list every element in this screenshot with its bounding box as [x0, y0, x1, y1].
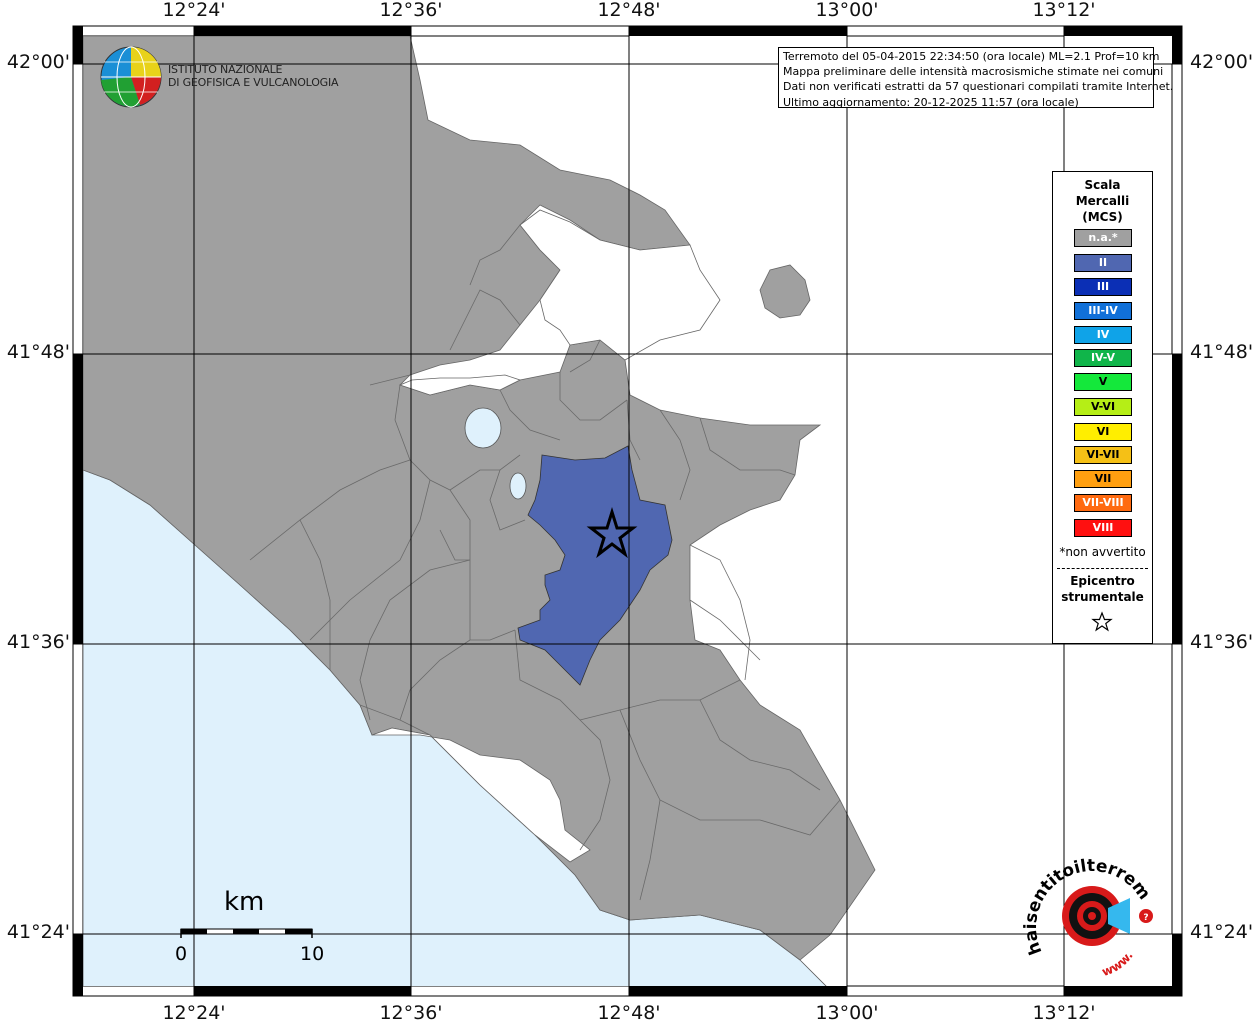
haisentito-logo-text: haisentitoilterremoto.it www.: [1020, 850, 1154, 980]
logo-ring-text: haisentitoilterremoto.it: [1020, 850, 1154, 957]
lon-tick-bottom-3: 12°48': [597, 1002, 661, 1024]
legend-item-II: II: [1074, 254, 1132, 272]
legend-item-V: V: [1074, 373, 1132, 391]
svg-text:haisentitoilterremoto.it: haisentitoilterremoto.it: [1020, 850, 1154, 957]
ingv-logo-icon: [100, 46, 162, 108]
lon-tick-bottom-4: 13°00': [815, 1002, 879, 1024]
lat-tick-right-2: 41°48': [1190, 341, 1254, 363]
scale-unit-label: km: [224, 887, 265, 917]
info-line-4: Ultimo aggiornamento: 20-12-2025 11:57 (…: [783, 95, 1079, 109]
legend-item-VII-VIII: VII-VIII: [1074, 494, 1132, 512]
scale-min-label: 0: [175, 943, 188, 965]
legend-epicenter-label: Epicentro strumentale: [1053, 573, 1152, 605]
legend-item-III-IV: III-IV: [1074, 302, 1132, 320]
legend-item-VI: VI: [1074, 423, 1132, 441]
lon-tick-top-4: 13°00': [815, 0, 879, 21]
legend-title-line-1: Scala: [1084, 178, 1121, 192]
lat-tick-left-2: 41°48': [6, 341, 70, 363]
legend-item-III: III: [1074, 278, 1132, 296]
lon-tick-bottom-2: 12°36': [379, 1002, 443, 1024]
mcs-legend: Scala Mercalli (MCS) n.a.* II III III-IV…: [1052, 171, 1153, 644]
legend-item-VI-VII: VI-VII: [1074, 446, 1132, 464]
info-line-3: Dati non verificati estratti da 57 quest…: [783, 80, 1174, 94]
logo-www-text: www.: [1100, 949, 1136, 980]
legend-item-V-VI: V-VI: [1074, 398, 1132, 416]
legend-epicenter-line-2: strumentale: [1061, 590, 1144, 604]
lon-tick-top-5: 13°12': [1032, 0, 1096, 21]
svg-text:www.: www.: [1100, 949, 1136, 980]
scale-max-label: 10: [300, 943, 325, 965]
lat-tick-right-1: 42°00': [1190, 51, 1254, 73]
legend-divider: [1057, 568, 1148, 569]
lake-small: [509, 472, 527, 500]
lat-tick-right-4: 41°24': [1190, 921, 1254, 943]
info-line-1: Terremoto del 05-04-2015 22:34:50 (ora l…: [783, 50, 1160, 63]
lat-tick-left-1: 42°00': [6, 51, 70, 73]
lat-tick-left-4: 41°24': [6, 921, 70, 943]
legend-epicenter-line-1: Epicentro: [1070, 574, 1135, 588]
lon-tick-top-2: 12°36': [379, 0, 443, 21]
institute-line-2: DI GEOFISICA E VULCANOLOGIA: [168, 76, 339, 89]
legend-item-VIII: VIII: [1074, 519, 1132, 537]
legend-note: *non avvertito: [1059, 545, 1146, 559]
info-line-2: Mappa preliminare delle intensità macros…: [783, 65, 1164, 79]
lake-bracciano: [464, 407, 502, 449]
event-info-box: Terremoto del 05-04-2015 22:34:50 (ora l…: [778, 47, 1174, 109]
lon-tick-bottom-1: 12°24': [162, 1002, 226, 1024]
legend-title: Scala Mercalli (MCS): [1053, 177, 1152, 225]
lat-tick-right-3: 41°36': [1190, 631, 1254, 653]
legend-title-line-3: (MCS): [1082, 210, 1123, 224]
lon-tick-bottom-5: 13°12': [1032, 1002, 1096, 1024]
legend-item-IV-V: IV-V: [1074, 349, 1132, 367]
legend-item-VII: VII: [1074, 470, 1132, 488]
legend-item-IV: IV: [1074, 326, 1132, 344]
lon-tick-top-3: 12°48': [597, 0, 661, 21]
institute-name: ISTITUTO NAZIONALE DI GEOFISICA E VULCAN…: [168, 63, 339, 89]
legend-title-line-2: Mercalli: [1075, 194, 1130, 208]
lon-tick-top-1: 12°24': [162, 0, 226, 21]
institute-line-1: ISTITUTO NAZIONALE: [168, 63, 283, 76]
lat-tick-left-3: 41°36': [6, 631, 70, 653]
legend-star-icon: [1091, 611, 1113, 632]
legend-item-na: n.a.*: [1074, 229, 1132, 247]
